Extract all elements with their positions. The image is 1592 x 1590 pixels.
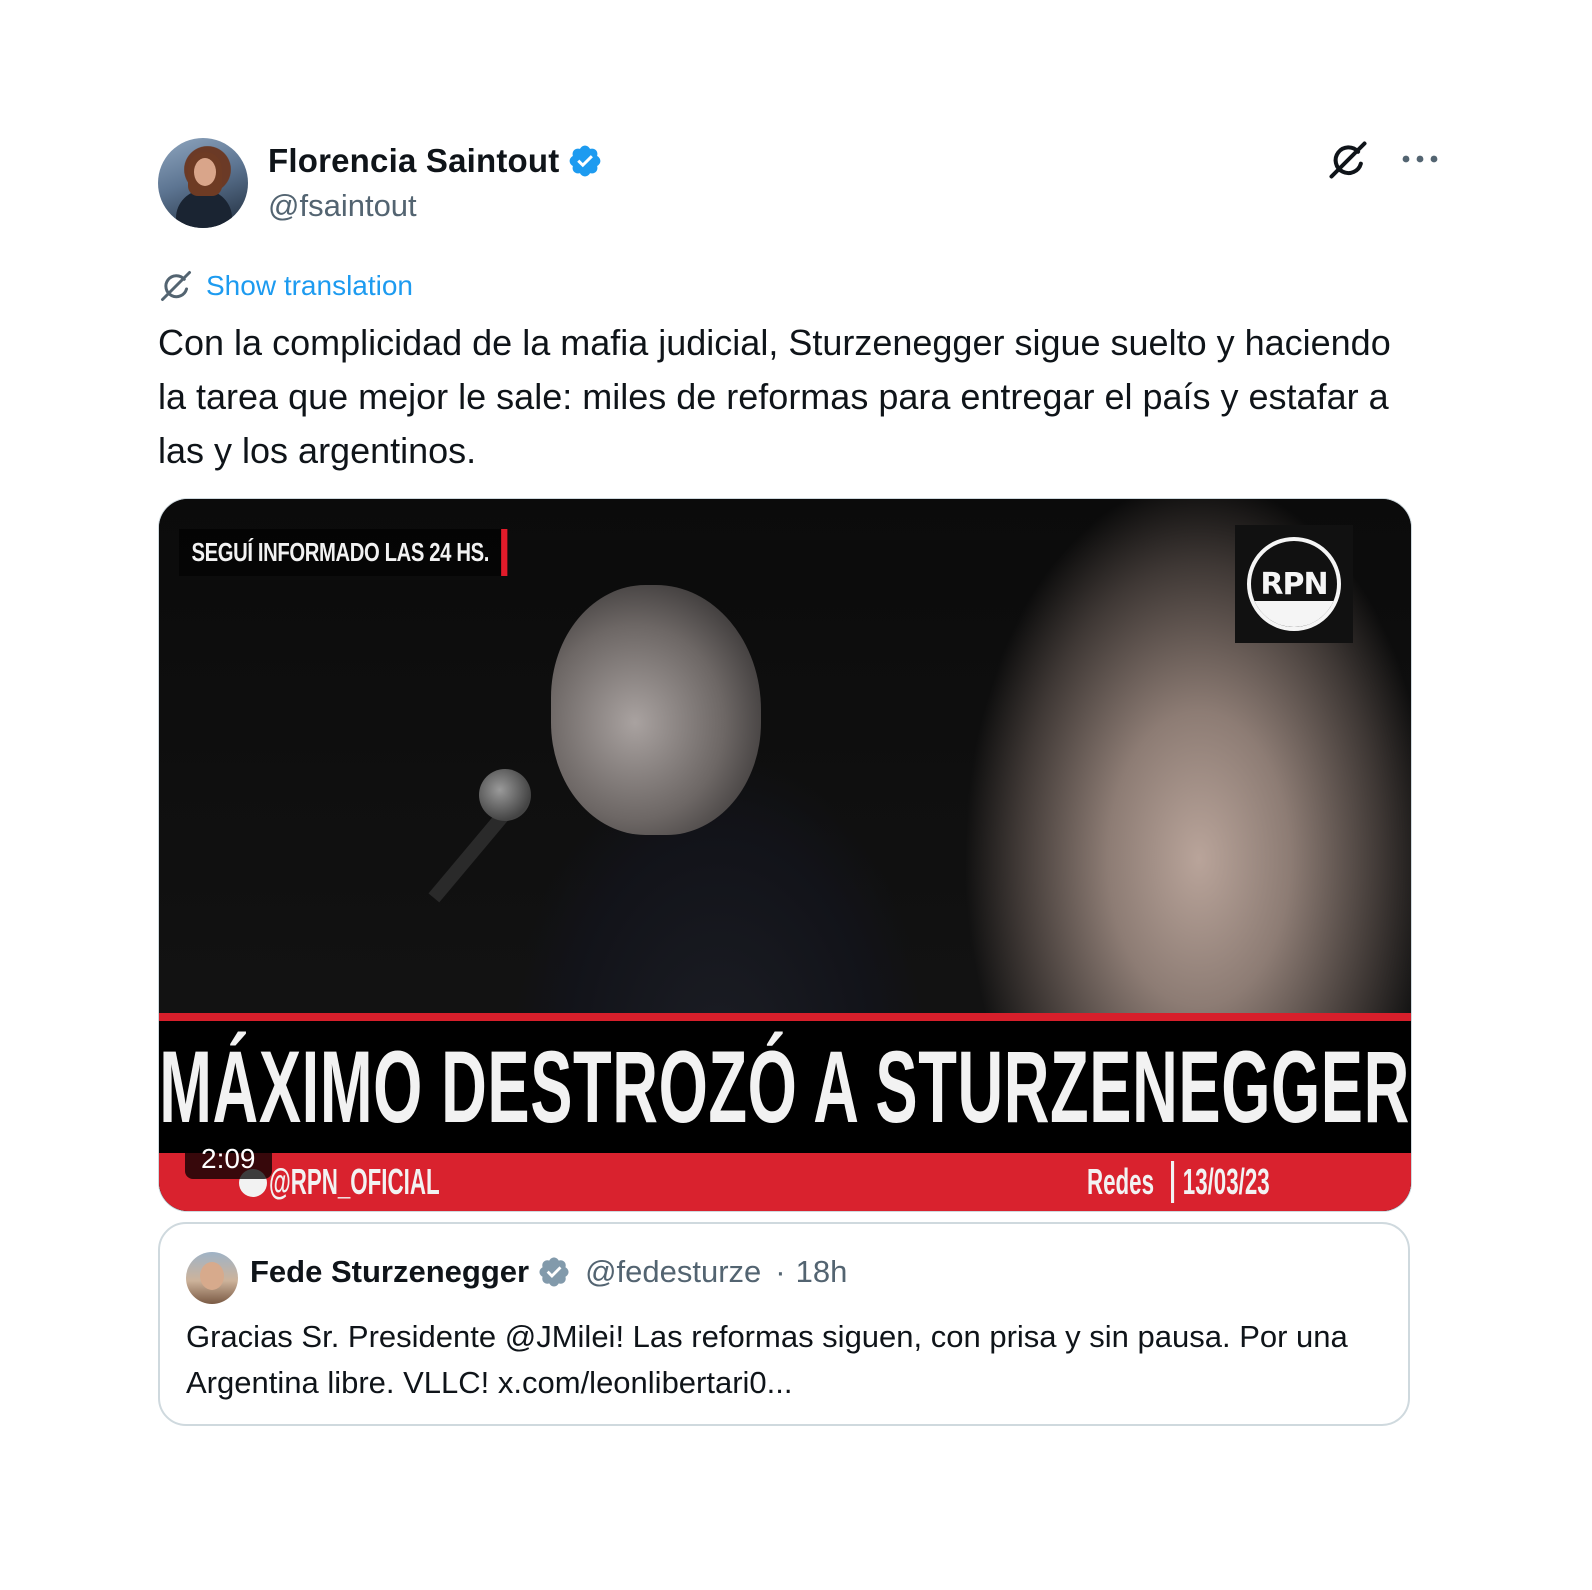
video-date: 13/03/23 [1171, 1161, 1270, 1203]
author-name[interactable]: Florencia Saintout [268, 142, 559, 180]
channel-logo: RPN [1235, 525, 1353, 643]
show-translation-label: Show translation [206, 270, 414, 301]
quoted-timestamp[interactable]: 18h [796, 1254, 848, 1290]
author-name-row: Florencia Saintout [268, 142, 603, 180]
channel-handle: @RPN_OFICIAL [269, 1161, 440, 1202]
video-microphone [479, 769, 531, 821]
headline-accent-line [159, 1013, 1411, 1021]
video-headline: MÁXIMO DESTROZÓ A STURZENEGGER [159, 1029, 1411, 1144]
quoted-author-handle[interactable]: @fedesturze [585, 1254, 761, 1290]
video-player[interactable]: SEGUÍ INFORMADO LAS 24 HS. RPN MÁXIMO DE… [158, 498, 1412, 1212]
quoted-separator: · [775, 1254, 786, 1289]
video-speaker [551, 585, 761, 835]
verified-badge-icon [570, 145, 601, 177]
translate-icon [161, 271, 191, 301]
video-source: Redes [1087, 1161, 1154, 1202]
verified-badge-icon [539, 1257, 569, 1287]
author-handle[interactable]: @fsaintout [268, 188, 417, 224]
quoted-tweet-text: Gracias Sr. Presidente @JMilei! Las refo… [186, 1319, 1348, 1400]
show-translation[interactable]: Show translation [158, 268, 413, 304]
lower-third-bar: @RPN_OFICIAL Redes 13/03/23 [159, 1153, 1411, 1211]
video-duration-badge: 2:09 [185, 1139, 272, 1179]
quoted-author-avatar[interactable] [186, 1252, 238, 1304]
more-icon[interactable] [1400, 144, 1440, 174]
headline-bar: MÁXIMO DESTROZÓ A STURZENEGGER [159, 1021, 1411, 1153]
author-avatar[interactable] [158, 138, 248, 228]
tweet-text: Con la complicidad de la mafia judicial,… [158, 322, 1391, 471]
quoted-tweet[interactable]: Fede Sturzenegger @fedesturze · 18h Grac… [158, 1222, 1410, 1426]
channel-logo-text: RPN [1260, 566, 1328, 602]
grok-icon[interactable] [1326, 138, 1370, 182]
quoted-author-name[interactable]: Fede Sturzenegger [250, 1254, 529, 1290]
video-top-label: SEGUÍ INFORMADO LAS 24 HS. [179, 529, 508, 576]
quoted-tweet-header: Fede Sturzenegger @fedesturze · 18h [250, 1254, 847, 1290]
